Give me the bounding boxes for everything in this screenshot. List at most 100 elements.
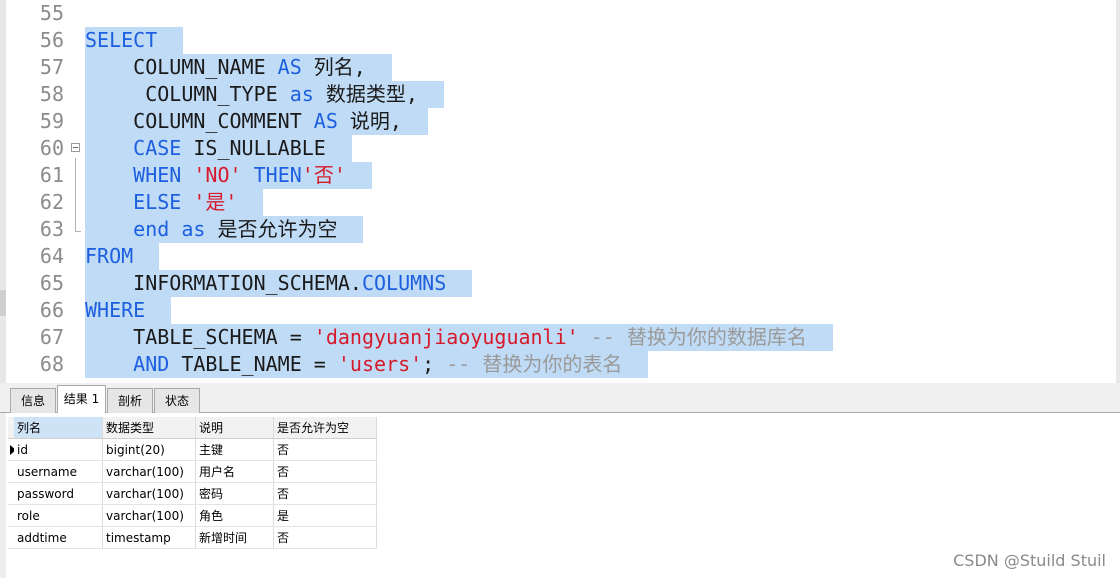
line-number: 60 (39, 136, 64, 160)
table-row[interactable]: role varchar(100) 角色是 (8, 504, 377, 527)
tab-info[interactable]: 信息 (10, 388, 56, 413)
table-cell[interactable]: bigint(20) (102, 438, 196, 461)
fold-guide (75, 158, 76, 231)
sql-text: 是否允许为空 (205, 217, 338, 241)
tab-status[interactable]: 状态 (154, 388, 200, 413)
line-number: 67 (39, 325, 64, 349)
table-cell[interactable]: 用户名 (195, 460, 274, 483)
code-line[interactable]: 60 CASE IS_NULLABLE (0, 135, 1110, 162)
sql-keyword: AS (277, 55, 302, 79)
sql-text: 数据类型, (313, 82, 418, 106)
table-cell[interactable]: 否 (273, 438, 377, 461)
code-line[interactable]: 58 COLUMN_TYPE as 数据类型, (0, 81, 1110, 108)
sql-text: 说明, (337, 109, 402, 133)
result-grid: 列名 数据类型 说明 是否允许为空 id bigint(20) 主键否 usernam… (8, 417, 377, 549)
editor-right-scroll-track[interactable] (1116, 0, 1120, 383)
sql-comment: -- 替换为你的表名 (446, 352, 623, 376)
code-text: COLUMN_NAME AS 列名, (85, 54, 392, 81)
code-line[interactable]: 57 COLUMN_NAME AS 列名, (0, 54, 1110, 81)
tab-result-1[interactable]: 结果 1 (57, 385, 106, 413)
sql-keyword: WHERE (85, 298, 146, 322)
sql-string: 'users' (337, 352, 423, 376)
line-number: 64 (39, 244, 64, 268)
code-line[interactable]: 67 TABLE_SCHEMA = 'dangyuanjiaoyuguanli'… (0, 324, 1110, 351)
row-indicator[interactable] (8, 460, 14, 483)
table-cell[interactable]: password (14, 482, 103, 505)
line-number: 65 (39, 271, 64, 295)
table-cell[interactable]: role (14, 504, 103, 527)
tab-profile[interactable]: 剖析 (107, 388, 153, 413)
code-text: AND TABLE_NAME = 'users'; -- 替换为你的表名 (85, 351, 649, 378)
sql-keyword: WHEN (133, 163, 182, 187)
column-header[interactable]: 是否允许为空 (273, 417, 377, 439)
code-text: TABLE_SCHEMA = 'dangyuanjiaoyuguanli' --… (85, 324, 833, 351)
code-line[interactable]: 66 WHERE (0, 297, 1110, 324)
table-row[interactable]: addtime timestamp 新增时间否 (8, 526, 377, 549)
column-header[interactable]: 说明 (195, 417, 274, 439)
table-cell[interactable]: 角色 (195, 504, 274, 527)
line-number: 61 (39, 163, 64, 187)
sql-text: INFORMATION_SCHEMA. (85, 271, 362, 295)
code-text: SELECT (85, 27, 184, 54)
table-cell[interactable]: 否 (273, 482, 377, 505)
table-cell[interactable]: id (14, 438, 103, 461)
code-text: WHEN 'NO' THEN'否' (85, 162, 372, 189)
table-cell[interactable]: 密码 (195, 482, 274, 505)
code-line[interactable]: 55 (0, 0, 1110, 27)
table-row[interactable]: id bigint(20) 主键否 (8, 438, 377, 461)
row-indicator-header (8, 417, 14, 439)
code-text: INFORMATION_SCHEMA.COLUMNS (85, 270, 473, 297)
result-tab-strip: 信息 结果 1 剖析 状态 (0, 383, 1120, 413)
code-line[interactable]: 64 FROM (0, 243, 1110, 270)
table-cell[interactable]: varchar(100) (102, 504, 196, 527)
table-cell[interactable]: timestamp (102, 526, 196, 549)
sql-keyword: AND (133, 352, 170, 376)
table-cell[interactable]: 否 (273, 526, 377, 549)
table-cell[interactable]: username (14, 460, 103, 483)
table-cell[interactable]: varchar(100) (102, 482, 196, 505)
code-line[interactable]: 56 SELECT (0, 27, 1110, 54)
code-text: CASE IS_NULLABLE (85, 135, 352, 162)
code-line[interactable]: 62 ELSE '是' (0, 189, 1110, 216)
line-number: 62 (39, 190, 64, 214)
row-indicator[interactable] (8, 438, 14, 461)
sql-keyword: ELSE (133, 190, 182, 214)
fold-collapse-icon[interactable] (71, 143, 80, 152)
table-cell[interactable]: varchar(100) (102, 460, 196, 483)
code-line[interactable]: 65 INFORMATION_SCHEMA.COLUMNS (0, 270, 1110, 297)
table-cell[interactable]: 是 (273, 504, 377, 527)
sql-string: 'NO' (193, 163, 242, 187)
code-line[interactable]: 61 WHEN 'NO' THEN'否' (0, 162, 1110, 189)
column-header[interactable]: 数据类型 (102, 417, 196, 439)
code-line[interactable]: 59 COLUMN_COMMENT AS 说明, (0, 108, 1110, 135)
row-indicator[interactable] (8, 526, 14, 549)
sql-editor[interactable]: 55 56 SELECT 57 COLUMN_NAME AS 列名, 58 COLUMN… (0, 0, 1120, 383)
sql-keyword: as (181, 217, 206, 241)
sql-string: '否' (301, 163, 346, 187)
sql-text: 列名, (301, 55, 366, 79)
sql-text: TABLE_NAME = (169, 352, 338, 376)
row-indicator[interactable] (8, 482, 14, 505)
sql-string: '是' (193, 190, 238, 214)
row-indicator[interactable] (8, 504, 14, 527)
table-cell[interactable]: 否 (273, 460, 377, 483)
table-row[interactable]: password varchar(100) 密码否 (8, 482, 377, 505)
fold-guide-end (75, 231, 81, 232)
sql-keyword: COLUMNS (361, 271, 447, 295)
table-cell[interactable]: 主键 (195, 438, 274, 461)
table-cell[interactable]: 新增时间 (195, 526, 274, 549)
table-row[interactable]: username varchar(100) 用户名否 (8, 460, 377, 483)
code-line[interactable]: 63 end as 是否允许为空 (0, 216, 1110, 243)
results-left-edge (0, 413, 6, 578)
code-line[interactable]: 68 AND TABLE_NAME = 'users'; -- 替换为你的表名 (0, 351, 1110, 378)
table-cell[interactable]: addtime (14, 526, 103, 549)
column-header[interactable]: 列名 (14, 417, 103, 439)
